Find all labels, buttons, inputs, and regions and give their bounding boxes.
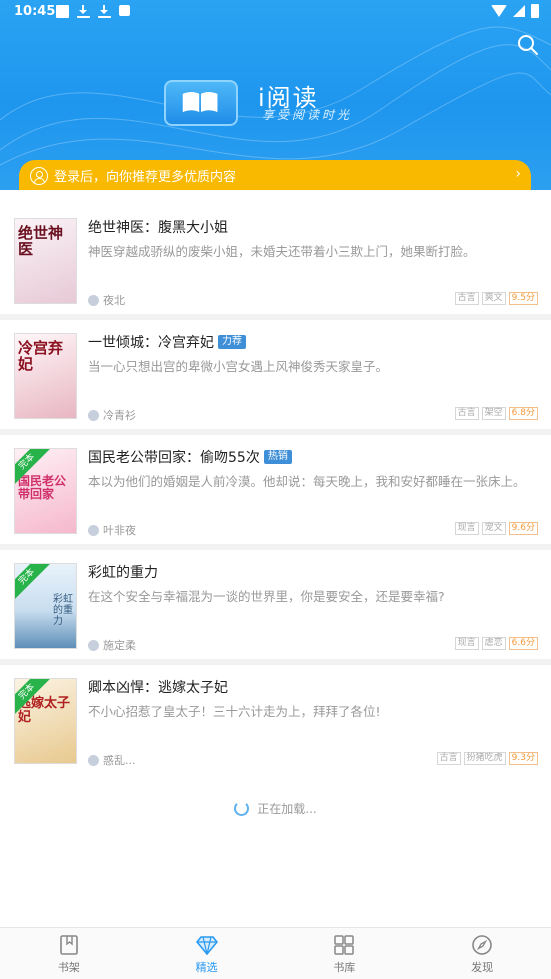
- nav-bookshelf[interactable]: 书架: [0, 928, 138, 979]
- nav-label: 书架: [57, 961, 80, 974]
- cover-title: 国民老公带回家: [18, 474, 67, 501]
- book-description: 当一心只想出宫的卑微小宫女遇上风神俊秀天家皇子。: [88, 359, 389, 374]
- author-icon: [88, 294, 99, 306]
- bottom-nav: 书架 精选 书库 发现: [0, 927, 551, 979]
- cover-title: 冷宫弃妃: [18, 339, 64, 373]
- chevron-right-icon: ›: [515, 166, 521, 182]
- spinner-icon: [234, 801, 250, 816]
- book-list: 绝世神医 绝世神医：腹黑大小姐 神医穿越成骄纵的废柴小姐，未婚夫还带着小三欺上门…: [0, 205, 551, 780]
- book-tags: 古言 架空 6.8分: [454, 407, 538, 420]
- app-logo-icon: [164, 80, 238, 126]
- book-item[interactable]: 冷宫弃妃 一世倾城：冷宫弃妃 力荐 当一心只想出宫的卑微小宫女遇上风神俊秀天家皇…: [0, 320, 551, 435]
- genre-tag: 爽文: [481, 292, 506, 305]
- app-slogan: 享受阅读时光: [262, 108, 353, 122]
- book-item[interactable]: 国民老公带回家 完本 国民老公带回家：偷吻55次 热销 本以为他们的婚姻是人前冷…: [0, 435, 551, 550]
- book-title: 卿本凶悍：逃嫁太子妃: [88, 680, 228, 696]
- book-author: 夜北: [88, 292, 125, 308]
- book-author: 惑乱...: [88, 752, 136, 768]
- genre-tag: 虐恋: [481, 637, 506, 650]
- book-cover: 彩虹的重力 完本: [14, 563, 77, 649]
- score-tag: 9.3分: [508, 752, 538, 765]
- author-icon: [88, 409, 99, 421]
- author-icon: [88, 639, 99, 651]
- genre-tag: 古言: [436, 752, 461, 765]
- author-icon: [88, 754, 99, 766]
- diamond-icon: [195, 936, 218, 956]
- genre-tag: 架空: [481, 407, 506, 420]
- author-name: 施定柔: [103, 639, 136, 652]
- app-notification-icon: [119, 5, 130, 16]
- book-cover: 国民老公带回家 完本: [14, 448, 77, 534]
- score-tag: 6.6分: [508, 637, 538, 650]
- grid-icon: [334, 935, 355, 955]
- notification-icons: [56, 5, 130, 18]
- cover-title: 彩虹的重力: [53, 594, 73, 627]
- book-description: 在这个安全与幸福混为一谈的世界里，你是要安全，还是要幸福?: [88, 589, 445, 604]
- author-icon: [88, 524, 99, 536]
- login-banner[interactable]: 登录后，向你推荐更多优质内容 ›: [19, 160, 531, 190]
- search-icon[interactable]: [517, 34, 539, 56]
- book-item[interactable]: 彩虹的重力 完本 彩虹的重力 在这个安全与幸福混为一谈的世界里，你是要安全，还是…: [0, 550, 551, 665]
- nav-library[interactable]: 书库: [276, 928, 414, 979]
- status-time: 10:45: [14, 4, 56, 19]
- login-prompt: 登录后，向你推荐更多优质内容: [54, 170, 237, 185]
- book-title: 国民老公带回家：偷吻55次: [88, 450, 260, 466]
- download-icon: [77, 5, 90, 18]
- user-icon: [30, 166, 48, 185]
- book-description: 不小心招惹了皇太子！三十六计走为上，拜拜了各位!: [88, 704, 381, 719]
- nav-featured[interactable]: 精选: [138, 928, 276, 979]
- header: 10:45 i阅读 享受阅读时光 登录后，向你推荐更多优质内容 ›: [0, 0, 551, 190]
- bookshelf-icon: [60, 935, 78, 955]
- book-author: 叶非夜: [88, 522, 136, 538]
- signal-icon: [513, 5, 525, 17]
- genre-tag: 现言: [454, 522, 479, 535]
- book-title: 一世倾城：冷宫弃妃: [88, 335, 214, 351]
- book-description: 本以为他们的婚姻是人前冷漠。他却说：每天晚上，我和安好都睡在一张床上。: [88, 474, 526, 489]
- author-name: 叶非夜: [103, 524, 136, 537]
- book-title: 彩虹的重力: [88, 565, 158, 581]
- nav-label: 书库: [333, 961, 356, 974]
- compass-icon: [472, 935, 492, 955]
- wifi-icon: [491, 5, 507, 17]
- book-cover: 绝世神医: [14, 218, 77, 304]
- genre-tag: 宠文: [481, 522, 506, 535]
- book-description: 神医穿越成骄纵的废柴小姐，未婚夫还带着小三欺上门，她果断打脸。: [88, 244, 476, 259]
- loading-text: 正在加载...: [257, 802, 317, 816]
- genre-tag: 现言: [454, 637, 479, 650]
- author-name: 夜北: [103, 294, 125, 307]
- author-name: 冷青衫: [103, 409, 136, 422]
- hot-badge: 热销: [263, 450, 292, 464]
- author-name: 惑乱...: [103, 754, 136, 767]
- loading-indicator: 正在加载...: [0, 800, 551, 817]
- book-tags: 现言 虐恋 6.6分: [454, 637, 538, 650]
- book-tags: 古言 扮猪吃虎 9.3分: [436, 752, 538, 765]
- book-tags: 现言 宠文 9.6分: [454, 522, 538, 535]
- book-tags: 古言 爽文 9.5分: [454, 292, 538, 305]
- score-tag: 6.8分: [508, 407, 538, 420]
- nav-label: 精选: [195, 961, 218, 974]
- notification-square-icon: [56, 5, 69, 18]
- system-icons: [491, 4, 539, 18]
- download-icon: [98, 5, 111, 18]
- book-item[interactable]: 绝世神医 绝世神医：腹黑大小姐 神医穿越成骄纵的废柴小姐，未婚夫还带着小三欺上门…: [0, 205, 551, 320]
- book-cover: 逃嫁太子妃 完本: [14, 678, 77, 764]
- book-author: 冷青衫: [88, 407, 136, 423]
- book-cover: 冷宫弃妃: [14, 333, 77, 419]
- cover-title: 绝世神医: [18, 224, 64, 258]
- battery-icon: [531, 4, 539, 18]
- book-author: 施定柔: [88, 637, 136, 653]
- genre-tag: 古言: [454, 292, 479, 305]
- book-item[interactable]: 逃嫁太子妃 完本 卿本凶悍：逃嫁太子妃 不小心招惹了皇太子！三十六计走为上，拜拜…: [0, 665, 551, 780]
- score-tag: 9.5分: [508, 292, 538, 305]
- nav-label: 发现: [471, 961, 494, 974]
- book-title: 绝世神医：腹黑大小姐: [88, 220, 228, 236]
- nav-discover[interactable]: 发现: [413, 928, 551, 979]
- genre-tag: 古言: [454, 407, 479, 420]
- recommend-badge: 力荐: [218, 335, 246, 349]
- score-tag: 9.6分: [508, 522, 538, 535]
- status-bar: 10:45: [0, 0, 551, 26]
- genre-tag: 扮猪吃虎: [463, 752, 506, 765]
